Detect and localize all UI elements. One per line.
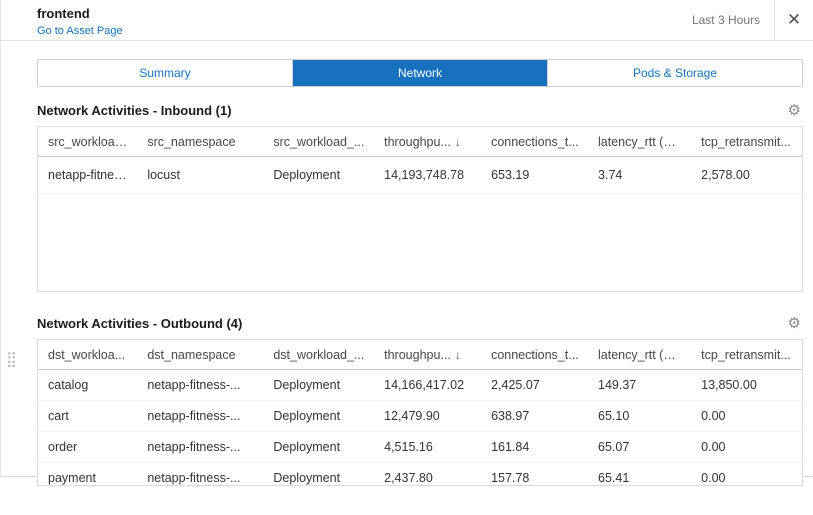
inbound-col-src-workload[interactable]: src_workload... — [38, 127, 137, 157]
sort-descending-icon[interactable]: ↓ — [455, 135, 461, 149]
panel-content: Summary Network Pods & Storage Network A… — [1, 59, 813, 486]
cell-latency: 65.07 — [588, 432, 691, 463]
tab-summary[interactable]: Summary — [38, 60, 293, 86]
cell-throughput: 14,166,417.02 — [374, 370, 481, 401]
cell-dst-workload-type: Deployment — [263, 432, 374, 463]
outbound-col-latency[interactable]: latency_rtt (ms) — [588, 340, 691, 370]
inbound-header-row: src_workload... src_namespace src_worklo… — [38, 127, 802, 157]
outbound-table: dst_workloa... dst_namespace dst_workloa… — [37, 339, 803, 486]
cell-latency: 3.74 — [588, 157, 691, 194]
cell-dst-workload: payment — [38, 463, 137, 487]
cell-tcp-retransmit: 2,578.00 — [691, 157, 802, 194]
inbound-section-title: Network Activities - Inbound (1) — [37, 103, 232, 118]
cell-dst-workload-type: Deployment — [263, 401, 374, 432]
outbound-col-throughput[interactable]: throughpu...↓ — [374, 340, 481, 370]
outbound-col-dst-workload-type[interactable]: dst_workload_... — [263, 340, 374, 370]
outbound-section-title: Network Activities - Outbound (4) — [37, 316, 242, 331]
cell-dst-workload-type: Deployment — [263, 463, 374, 487]
cell-dst-workload: order — [38, 432, 137, 463]
inbound-table: src_workload... src_namespace src_worklo… — [37, 126, 803, 292]
inbound-col-connections[interactable]: connections_t... — [481, 127, 588, 157]
cell-throughput: 12,479.90 — [374, 401, 481, 432]
inbound-settings-gear-icon[interactable]: ⚙ — [788, 103, 803, 118]
table-row[interactable]: netapp-fitnes... locust Deployment 14,19… — [38, 157, 802, 194]
inbound-col-throughput[interactable]: throughpu...↓ — [374, 127, 481, 157]
panel-header: frontend Go to Asset Page Last 3 Hours ✕ — [1, 0, 813, 41]
table-row[interactable]: catalog netapp-fitness-... Deployment 14… — [38, 370, 802, 401]
inbound-col-src-namespace[interactable]: src_namespace — [137, 127, 263, 157]
inbound-section-header: Network Activities - Inbound (1) ⚙ — [37, 103, 803, 118]
outbound-col-dst-workload[interactable]: dst_workloa... — [38, 340, 137, 370]
go-to-asset-page-link[interactable]: Go to Asset Page — [37, 25, 123, 37]
inbound-col-latency[interactable]: latency_rtt (ms) — [588, 127, 691, 157]
cell-connections: 157.78 — [481, 463, 588, 487]
cell-dst-namespace: netapp-fitness-... — [137, 401, 263, 432]
slideout-panel: frontend Go to Asset Page Last 3 Hours ✕… — [0, 0, 813, 477]
cell-src-workload-type: Deployment — [263, 157, 374, 194]
cell-dst-namespace: netapp-fitness-... — [137, 432, 263, 463]
cell-tcp-retransmit: 0.00 — [691, 463, 802, 487]
cell-throughput: 14,193,748.78 — [374, 157, 481, 194]
cell-latency: 65.41 — [588, 463, 691, 487]
header-title-group: frontend Go to Asset Page — [1, 0, 123, 40]
cell-tcp-retransmit: 0.00 — [691, 401, 802, 432]
outbound-section-header: Network Activities - Outbound (4) ⚙ — [37, 316, 803, 331]
cell-latency: 65.10 — [588, 401, 691, 432]
tab-pods-storage[interactable]: Pods & Storage — [548, 60, 802, 86]
cell-latency: 149.37 — [588, 370, 691, 401]
cell-connections: 638.97 — [481, 401, 588, 432]
outbound-col-connections[interactable]: connections_t... — [481, 340, 588, 370]
tab-network[interactable]: Network — [293, 60, 548, 86]
time-range-label: Last 3 Hours — [692, 0, 774, 40]
panel-drag-handle-icon[interactable]: ⣿ — [6, 352, 17, 367]
cell-dst-namespace: netapp-fitness-... — [137, 463, 263, 487]
table-row[interactable]: order netapp-fitness-... Deployment 4,51… — [38, 432, 802, 463]
sort-descending-icon[interactable]: ↓ — [455, 348, 461, 362]
cell-connections: 161.84 — [481, 432, 588, 463]
table-row[interactable]: cart netapp-fitness-... Deployment 12,47… — [38, 401, 802, 432]
outbound-col-tcp-retransmit[interactable]: tcp_retransmit... — [691, 340, 802, 370]
header-actions: Last 3 Hours ✕ — [692, 0, 813, 40]
inbound-col-tcp-retransmit[interactable]: tcp_retransmit... — [691, 127, 802, 157]
table-row[interactable]: payment netapp-fitness-... Deployment 2,… — [38, 463, 802, 487]
cell-connections: 2,425.07 — [481, 370, 588, 401]
cell-tcp-retransmit: 13,850.00 — [691, 370, 802, 401]
cell-src-namespace: locust — [137, 157, 263, 194]
inbound-col-src-workload-type[interactable]: src_workload_... — [263, 127, 374, 157]
cell-dst-workload: cart — [38, 401, 137, 432]
cell-dst-workload: catalog — [38, 370, 137, 401]
cell-connections: 653.19 — [481, 157, 588, 194]
cell-tcp-retransmit: 0.00 — [691, 432, 802, 463]
cell-throughput: 2,437.80 — [374, 463, 481, 487]
cell-src-workload: netapp-fitnes... — [38, 157, 137, 194]
cell-dst-namespace: netapp-fitness-... — [137, 370, 263, 401]
close-icon[interactable]: ✕ — [775, 0, 813, 40]
outbound-settings-gear-icon[interactable]: ⚙ — [788, 316, 803, 331]
outbound-col-dst-namespace[interactable]: dst_namespace — [137, 340, 263, 370]
tab-bar: Summary Network Pods & Storage — [37, 59, 803, 87]
page-title: frontend — [37, 6, 123, 21]
cell-dst-workload-type: Deployment — [263, 370, 374, 401]
cell-throughput: 4,515.16 — [374, 432, 481, 463]
outbound-header-row: dst_workloa... dst_namespace dst_workloa… — [38, 340, 802, 370]
